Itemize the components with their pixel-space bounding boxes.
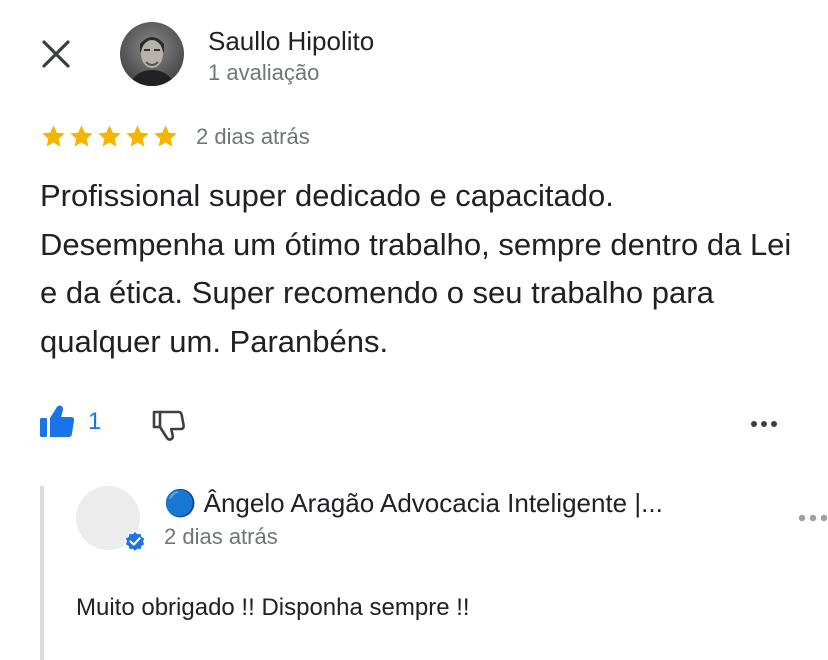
thumbs-up-icon (40, 405, 75, 437)
star-icon (70, 124, 93, 147)
reply-more-options-button[interactable] (796, 508, 828, 528)
reviewer-review-count: 1 avaliação (208, 60, 320, 85)
star-rating (40, 122, 179, 150)
like-button[interactable]: 1 (38, 404, 101, 440)
star-icon (42, 124, 65, 147)
reply-divider-bar (40, 486, 44, 660)
reply-text: Muito obrigado !! Disponha sempre !! (76, 594, 470, 621)
review-detail-page: Saullo Hipolito 1 avaliação 2 dias atrás… (0, 0, 828, 660)
star-icon (98, 124, 121, 147)
star-icon (154, 124, 177, 147)
more-horizontal-icon (751, 421, 777, 427)
more-horizontal-icon (798, 514, 828, 522)
reviewer-avatar[interactable] (120, 22, 184, 86)
review-date: 2 dias atrás (196, 124, 310, 149)
close-button[interactable] (36, 34, 76, 74)
review-more-options-button[interactable] (746, 410, 782, 438)
like-count: 1 (88, 408, 102, 435)
owner-avatar[interactable] (76, 486, 147, 553)
review-text: Profissional super dedicado e capacitado… (40, 178, 792, 359)
reviewer-photo (120, 22, 184, 86)
owner-name[interactable]: 🔵 Ângelo Aragão Advocacia Inteligente |.… (164, 488, 740, 519)
reply-date: 2 dias atrás (164, 524, 278, 549)
dislike-button[interactable] (150, 404, 190, 444)
close-icon (42, 40, 70, 68)
thumbs-down-icon (152, 410, 185, 441)
star-icon (126, 124, 149, 147)
verified-badge-icon (123, 529, 147, 553)
reviewer-name[interactable]: Saullo Hipolito (208, 26, 374, 57)
